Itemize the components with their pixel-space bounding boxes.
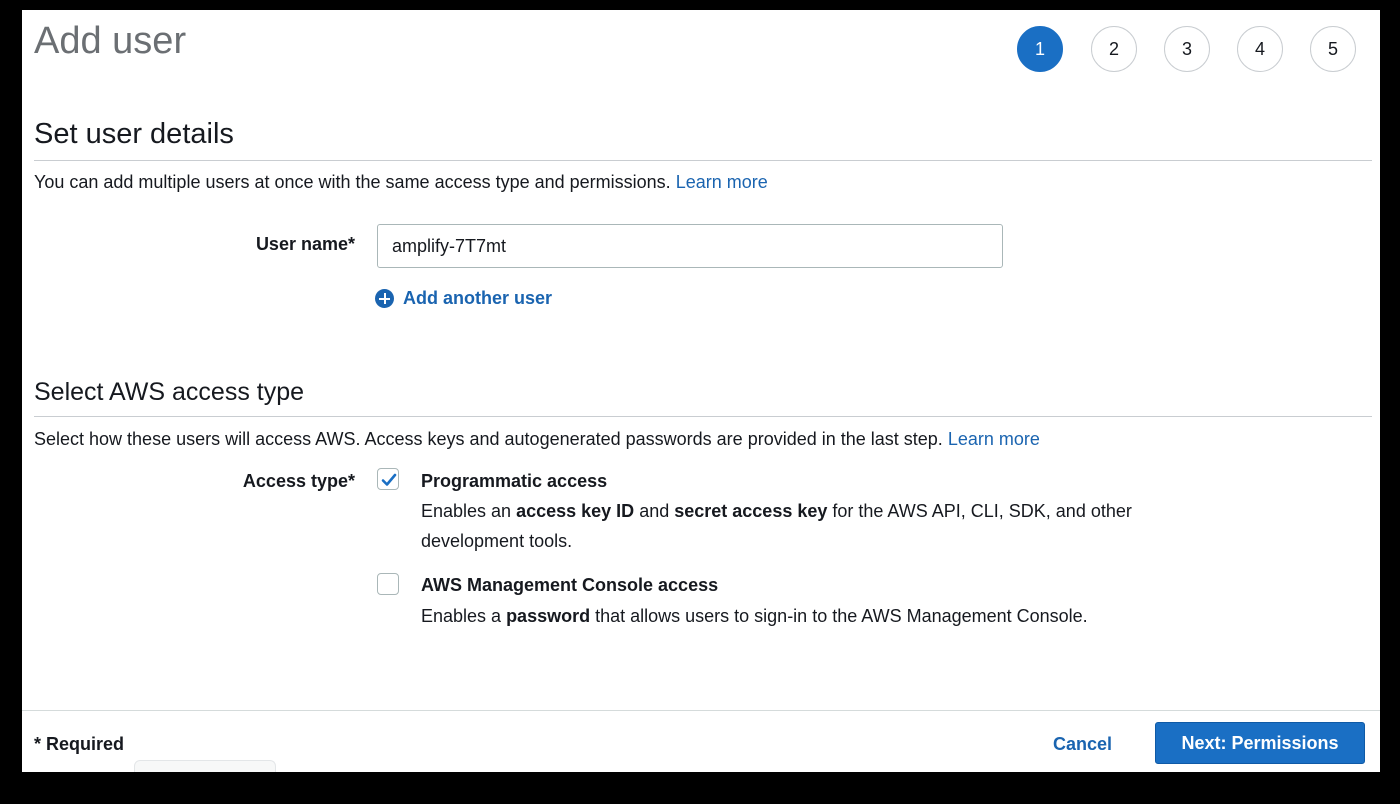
programmatic-access-description: Enables an access key ID and secret acce… xyxy=(421,496,1181,556)
step-4[interactable]: 4 xyxy=(1237,26,1283,72)
desc-text: Enables a xyxy=(421,606,507,626)
step-2[interactable]: 2 xyxy=(1091,26,1137,72)
access-type-description: Select how these users will access AWS. … xyxy=(34,429,1040,450)
desc-bold: password xyxy=(506,606,591,626)
access-type-description-text: Select how these users will access AWS. … xyxy=(34,429,943,449)
desc-bold: access key ID xyxy=(516,501,635,521)
user-name-input[interactable] xyxy=(377,224,1003,268)
set-user-details-heading: Set user details xyxy=(34,118,234,150)
step-5[interactable]: 5 xyxy=(1310,26,1356,72)
learn-more-link[interactable]: Learn more xyxy=(948,429,1040,449)
programmatic-access-title: Programmatic access xyxy=(421,471,608,491)
user-details-description-text: You can add multiple users at once with … xyxy=(34,172,671,192)
add-another-user-button[interactable]: Add another user xyxy=(375,288,552,309)
user-details-description: You can add multiple users at once with … xyxy=(34,172,768,193)
footer-divider xyxy=(22,710,1380,711)
step-indicator: 1 2 3 4 5 xyxy=(22,26,1380,76)
learn-more-link[interactable]: Learn more xyxy=(676,172,768,192)
step-1[interactable]: 1 xyxy=(1017,26,1063,72)
access-type-label: Access type* xyxy=(242,471,355,491)
user-name-label: User name* xyxy=(255,234,355,254)
desc-text: and xyxy=(634,501,675,521)
required-note: * Required xyxy=(34,734,125,754)
desc-bold: secret access key xyxy=(674,501,828,521)
section-divider xyxy=(34,160,1372,161)
plus-circle-icon xyxy=(375,289,394,308)
console-access-description: Enables a password that allows users to … xyxy=(421,601,1181,631)
partial-tab xyxy=(134,760,276,772)
console-access-checkbox[interactable] xyxy=(377,573,399,595)
step-3[interactable]: 3 xyxy=(1164,26,1210,72)
section-divider xyxy=(34,416,1372,417)
access-type-heading: Select AWS access type xyxy=(34,378,305,406)
programmatic-access-checkbox[interactable] xyxy=(377,468,399,490)
add-another-user-label: Add another user xyxy=(403,288,553,308)
checkmark-icon xyxy=(381,473,397,486)
desc-text: Enables an xyxy=(421,501,517,521)
console-access-title: AWS Management Console access xyxy=(421,575,719,595)
desc-text: that allows users to sign-in to the AWS … xyxy=(590,606,1088,626)
add-user-window: Add user 1 2 3 4 5 Set user details You … xyxy=(22,10,1380,772)
cancel-button[interactable]: Cancel xyxy=(1053,734,1112,755)
next-permissions-button[interactable]: Next: Permissions xyxy=(1155,722,1365,764)
